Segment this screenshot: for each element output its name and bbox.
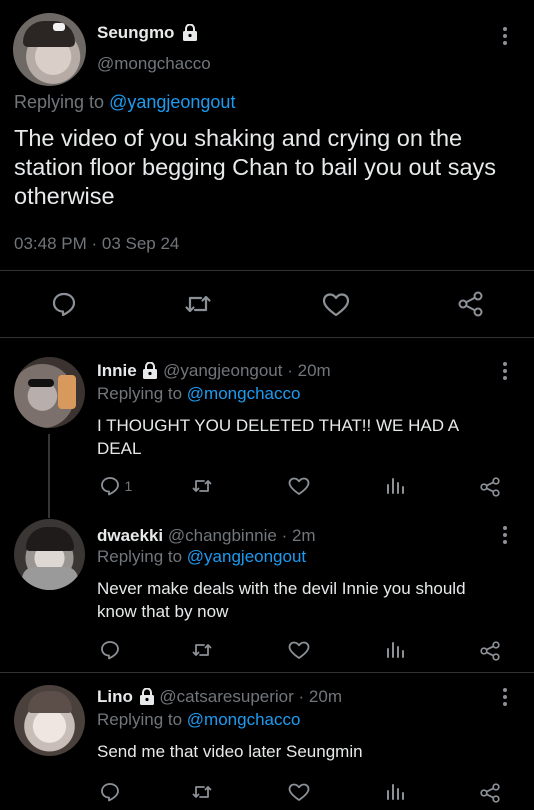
more-icon[interactable]	[502, 526, 508, 544]
share-icon[interactable]	[479, 782, 501, 804]
replying-to-link[interactable]: @mongchacco	[187, 710, 301, 729]
views-icon[interactable]	[385, 476, 405, 496]
replying-label: Replying to	[97, 710, 183, 729]
divider	[0, 672, 534, 673]
reply-icon[interactable]	[100, 640, 120, 660]
divider	[0, 270, 534, 271]
author-name[interactable]: Lino	[97, 687, 133, 706]
share-icon[interactable]	[479, 640, 501, 662]
thread-line	[48, 434, 50, 518]
replying-to-link[interactable]: @yangjeongout	[109, 92, 235, 112]
author-handle[interactable]: @changbinnie	[168, 526, 277, 545]
reply-count: 1	[124, 478, 133, 494]
author-handle[interactable]: @mongchacco	[97, 54, 211, 74]
avatar[interactable]	[14, 357, 85, 428]
heart-icon[interactable]	[322, 292, 350, 318]
lock-icon	[143, 361, 158, 379]
replying-label: Replying to	[97, 384, 183, 403]
share-icon[interactable]	[457, 290, 485, 318]
reply-time: · 20m	[298, 687, 342, 706]
author-name[interactable]: Innie	[97, 361, 137, 380]
avatar[interactable]	[14, 519, 85, 590]
avatar[interactable]	[13, 13, 86, 86]
more-icon[interactable]	[502, 362, 508, 380]
reply-icon[interactable]	[100, 782, 120, 802]
avatar[interactable]	[14, 685, 85, 756]
replying-label: Replying to	[14, 92, 105, 112]
reply-icon[interactable]	[51, 291, 77, 317]
retweet-icon[interactable]	[191, 476, 213, 496]
author-name[interactable]: dwaekki	[97, 526, 163, 545]
replying-to-link[interactable]: @yangjeongout	[187, 547, 306, 566]
more-icon[interactable]	[502, 27, 508, 45]
lock-icon	[139, 687, 154, 705]
retweet-icon[interactable]	[191, 640, 213, 660]
replying-label: Replying to	[97, 547, 183, 566]
replying-to-link[interactable]: @mongchacco	[187, 384, 301, 403]
reply-time: · 20m	[287, 361, 331, 380]
reply-text: Send me that video later Seungmin	[97, 742, 363, 761]
heart-icon[interactable]	[288, 641, 310, 660]
share-icon[interactable]	[479, 476, 501, 498]
tweet-text: The video of you shaking and crying on t…	[14, 125, 497, 209]
author-handle[interactable]: @catsaresuperior	[159, 687, 293, 706]
divider	[0, 337, 534, 338]
author-handle[interactable]: @yangjeongout	[163, 361, 282, 380]
reply-text: Never make deals with the devil Innie yo…	[97, 579, 466, 621]
retweet-icon[interactable]	[191, 782, 213, 802]
heart-icon[interactable]	[288, 783, 310, 802]
author-name[interactable]: Seungmo	[97, 23, 174, 42]
retweet-icon[interactable]	[184, 291, 212, 317]
views-icon[interactable]	[385, 640, 405, 660]
reply-time: · 2m	[281, 526, 316, 545]
heart-icon[interactable]	[288, 477, 310, 496]
reply-icon[interactable]	[100, 476, 120, 496]
reply-text: I THOUGHT YOU DELETED THAT!! WE HAD A DE…	[97, 416, 459, 458]
more-icon[interactable]	[502, 688, 508, 706]
lock-icon	[183, 23, 198, 41]
tweet-timestamp: 03:48 PM · 03 Sep 24	[14, 234, 180, 253]
views-icon[interactable]	[385, 782, 405, 802]
